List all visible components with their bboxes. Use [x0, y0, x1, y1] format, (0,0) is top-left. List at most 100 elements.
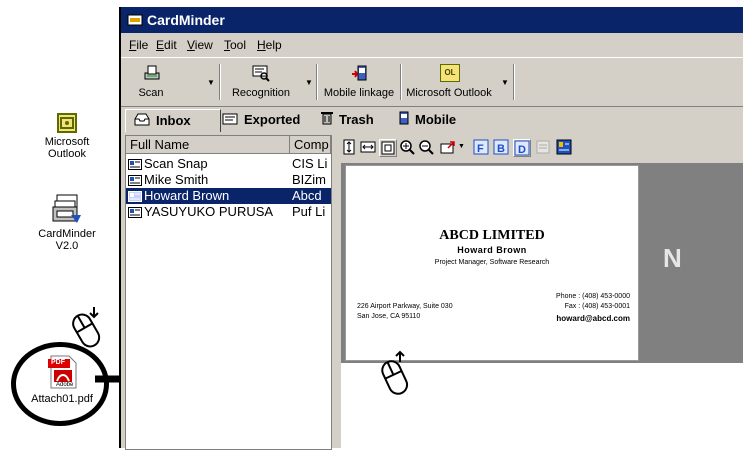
- tab-trash[interactable]: Trash: [321, 109, 391, 131]
- menu-help[interactable]: Help: [257, 38, 282, 52]
- mouse-click-icon: [70, 305, 104, 355]
- pdf-file-icon[interactable]: PDF Adobe: [48, 355, 78, 389]
- scan-icon: [143, 64, 161, 85]
- tab-inbox-label: Inbox: [156, 113, 191, 128]
- toolbar-separator: [513, 64, 515, 100]
- preview-toolbar: ▼ F B D: [335, 135, 743, 161]
- card-info-icon[interactable]: [556, 139, 572, 155]
- outlook-label: Microsoft Outlook: [406, 87, 492, 99]
- row-company: Puf Li: [292, 204, 326, 219]
- toolbar-separator: [219, 64, 221, 100]
- row-full-name: YASUYUKO PURUSA: [144, 204, 274, 219]
- microsoft-outlook-button[interactable]: OL Microsoft Outlook: [402, 62, 496, 102]
- recognition-icon: [252, 64, 270, 85]
- pdf-badge-text: PDF: [51, 359, 65, 366]
- folder-tabs: Inbox Exported Trash Mobile: [121, 107, 743, 133]
- zoom-in-icon[interactable]: [399, 139, 415, 155]
- app-title-icon: [127, 12, 143, 28]
- cardminder-desktop-label-1: CardMinder: [38, 228, 96, 240]
- card-address-2: San Jose, CA 95110: [357, 313, 421, 320]
- card-email: howard@abcd.com: [556, 314, 630, 323]
- mobile-linkage-icon: [351, 64, 369, 85]
- row-full-name: Scan Snap: [144, 156, 208, 171]
- card-list: Full Name Comp Scan Snap CIS Li Mike Smi…: [125, 135, 332, 450]
- microsoft-outlook-desktop-icon[interactable]: Microsoft Outlook: [27, 113, 107, 160]
- zoom-out-icon[interactable]: [418, 139, 434, 155]
- recognition-button[interactable]: Recognition: [226, 62, 296, 102]
- menu-bar: File Edit View Tool Help: [121, 35, 743, 55]
- outlook-toolbar-icon: OL: [440, 64, 460, 82]
- disabled-view-icon: [535, 139, 551, 155]
- exported-icon: [222, 110, 238, 132]
- outlook-dropdown-arrow[interactable]: ▼: [501, 78, 509, 87]
- pdf-brand-text: Adobe: [56, 382, 74, 388]
- mouse-drop-icon: [378, 350, 414, 402]
- outlook-icon: [57, 113, 77, 133]
- outlook-desktop-label: Microsoft Outlook: [44, 136, 90, 160]
- card-address-1: 226 Airport Parkway, Suite 030: [357, 303, 453, 310]
- tab-exported-label: Exported: [244, 112, 301, 127]
- svg-text:D: D: [518, 144, 526, 156]
- scan-label: Scan: [138, 87, 164, 99]
- menu-file[interactable]: File: [129, 38, 148, 52]
- scan-dropdown-arrow[interactable]: ▼: [207, 78, 215, 87]
- card-icon: [128, 158, 142, 170]
- trash-icon: [321, 110, 333, 132]
- recognition-dropdown-arrow[interactable]: ▼: [305, 78, 313, 87]
- recognition-label: Recognition: [231, 87, 291, 99]
- title-bar: CardMinder: [121, 7, 743, 33]
- menu-tool[interactable]: Tool: [224, 38, 246, 52]
- tab-exported[interactable]: Exported: [222, 109, 318, 131]
- inbox-icon: [134, 111, 150, 133]
- svg-text:B: B: [497, 143, 505, 155]
- card-person: Howard Brown: [457, 245, 527, 255]
- cardminder-icon: [51, 193, 83, 225]
- list-item[interactable]: Mike Smith BIZim: [126, 172, 331, 188]
- row-full-name: Mike Smith: [144, 172, 209, 187]
- column-header-full-name[interactable]: Full Name: [126, 136, 290, 154]
- tab-inbox[interactable]: Inbox: [125, 109, 221, 132]
- list-item[interactable]: Scan Snap CIS Li: [126, 156, 331, 172]
- column-header-company[interactable]: Comp: [290, 136, 331, 154]
- preview-side-letter: N: [663, 243, 682, 273]
- tab-mobile-label: Mobile: [415, 112, 457, 127]
- list-item[interactable]: YASUYUKO PURUSA Puf Li: [126, 204, 331, 220]
- card-icon: [128, 190, 142, 202]
- card-phone: Phone : (408) 453-0000: [556, 293, 630, 300]
- cardminder-desktop-label-2: V2.0: [55, 240, 79, 252]
- svg-text:F: F: [477, 143, 484, 155]
- pdf-file-label: Attach01.pdf: [31, 393, 93, 405]
- row-company: BIZim: [292, 172, 326, 187]
- row-company: CIS Li: [292, 156, 328, 171]
- menu-edit[interactable]: Edit: [156, 38, 177, 52]
- fit-width-icon[interactable]: [360, 139, 376, 155]
- front-side-icon[interactable]: F: [473, 139, 489, 155]
- fit-height-icon[interactable]: [341, 139, 357, 155]
- cardminder-window: CardMinder File Edit View Tool Help Scan…: [119, 7, 743, 450]
- card-job-title: Project Manager, Software Research: [434, 259, 550, 266]
- cardminder-desktop-icon[interactable]: CardMinder V2.0: [27, 193, 107, 252]
- card-preview-area: ABCD LIMITED Howard Brown Project Manage…: [341, 163, 743, 363]
- mobile-icon: [399, 110, 409, 132]
- menu-view[interactable]: View: [187, 38, 213, 52]
- tab-mobile[interactable]: Mobile: [399, 109, 475, 131]
- scan-button[interactable]: Scan: [131, 62, 171, 102]
- rotate-icon[interactable]: [440, 139, 456, 155]
- mobile-linkage-button[interactable]: Mobile linkage: [318, 62, 400, 102]
- card-icon: [128, 174, 142, 186]
- fit-page-icon[interactable]: [379, 139, 397, 157]
- tab-trash-label: Trash: [339, 112, 374, 127]
- card-fax: Fax : (408) 453-0001: [564, 303, 630, 310]
- double-side-icon[interactable]: D: [513, 139, 531, 157]
- mobile-linkage-label: Mobile linkage: [323, 87, 395, 99]
- business-card-image: ABCD LIMITED Howard Brown Project Manage…: [345, 165, 639, 361]
- back-side-icon[interactable]: B: [493, 139, 509, 155]
- row-full-name: Howard Brown: [144, 188, 230, 203]
- list-item-selected[interactable]: Howard Brown Abcd: [126, 188, 331, 204]
- row-company: Abcd: [292, 188, 322, 203]
- card-icon: [128, 206, 142, 218]
- main-toolbar: Scan ▼ Recognition ▼ Mobile linkage OL M…: [121, 57, 743, 107]
- window-title: CardMinder: [147, 12, 225, 28]
- card-company: ABCD LIMITED: [439, 228, 545, 243]
- rotate-dropdown-arrow[interactable]: ▼: [458, 143, 465, 150]
